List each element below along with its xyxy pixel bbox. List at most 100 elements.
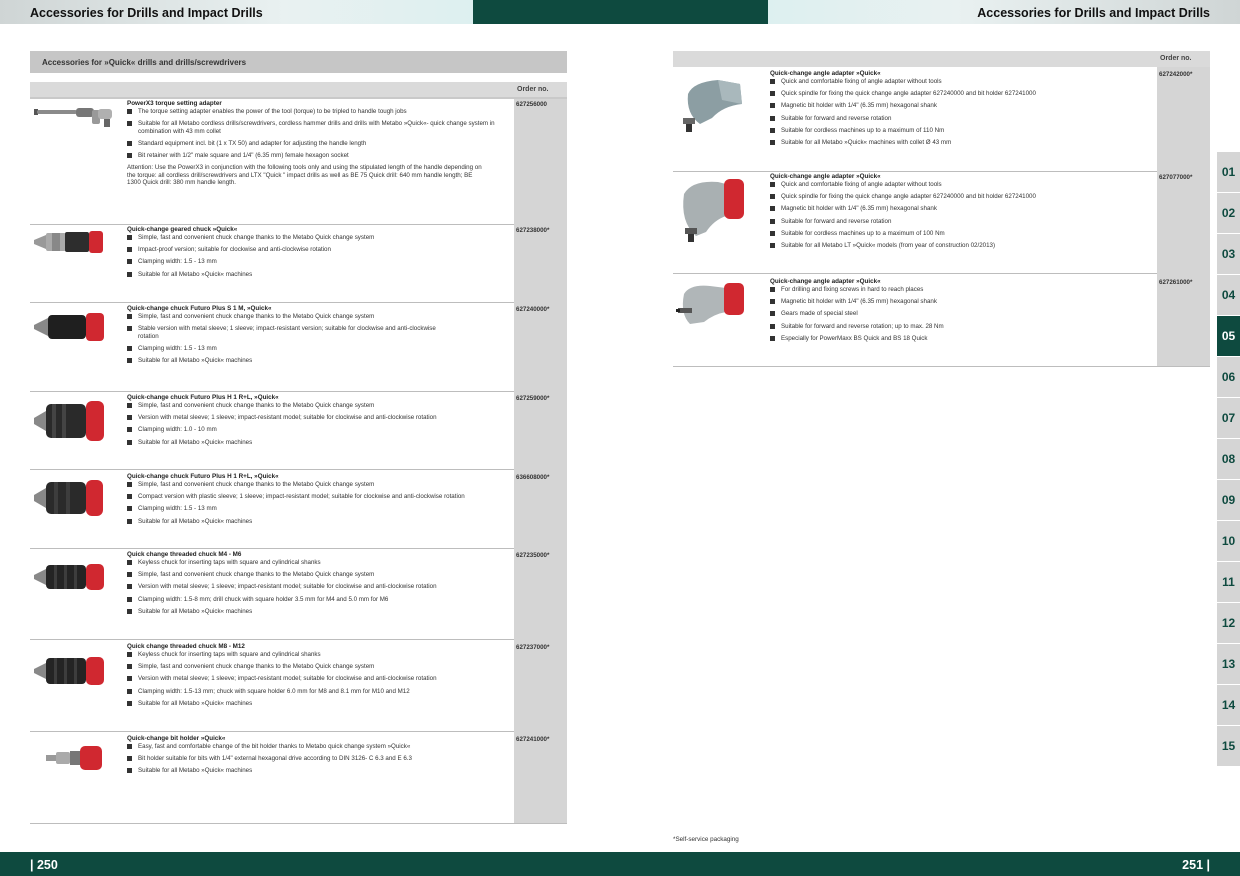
order-header-left: Order no.: [517, 86, 549, 93]
tab-04[interactable]: 04: [1217, 275, 1240, 315]
bullet: Clamping width: 1.5-13 mm; chuck with sq…: [127, 688, 507, 695]
order-number: 627261000*: [1159, 279, 1193, 286]
bullet: Standard equipment incl. bit (1 x TX 50)…: [127, 140, 507, 147]
product-item: Quick-change chuck Futuro Plus S 1 M, »Q…: [127, 305, 507, 369]
product-title: PowerX3 torque setting adapter: [127, 100, 222, 107]
tab-01[interactable]: 01: [1217, 152, 1240, 192]
product-item: Quick change threaded chuck M8 - M12 Key…: [127, 643, 507, 712]
bullet: Simple, fast and convenient chuck change…: [127, 571, 507, 578]
product-title: Quick-change angle adapter »Quick«: [770, 70, 881, 77]
product-title: Quick-change angle adapter »Quick«: [770, 278, 881, 285]
bullet: Bit holder suitable for bits with 1/4" e…: [127, 755, 507, 762]
threaded-chuck-m4-image: [34, 561, 108, 598]
product-item: Quick change threaded chuck M4 - M6 Keyl…: [127, 551, 507, 620]
futuro-h1-plastic-chuck-image: [34, 476, 108, 525]
geared-chuck-image: [34, 229, 108, 260]
product-item: Quick-change angle adapter »Quick« For d…: [770, 278, 1150, 347]
bullet: For drilling and fixing screws in hard t…: [770, 286, 1150, 293]
bullet: Quick and comfortable fixing of angle ad…: [770, 78, 1150, 85]
bullet: Suitable for all Metabo »Quick« machines: [127, 767, 507, 774]
bullet: Suitable for all Metabo »Quick« machines: [127, 608, 507, 615]
order-header-band-right: [673, 51, 1210, 67]
order-column-left: [514, 82, 567, 824]
page-number-right: 251 |: [1182, 858, 1210, 872]
bullet: Version with metal sleeve; 1 sleeve; imp…: [127, 583, 457, 590]
tab-05[interactable]: 05: [1217, 316, 1240, 356]
angle-adapter-compact-image: [676, 278, 750, 333]
bullet: Simple, fast and convenient chuck change…: [127, 663, 507, 670]
bullet: Magnetic bit holder with 1/4" (6.35 mm) …: [770, 298, 1150, 305]
bullet: The torque setting adapter enables the p…: [127, 108, 507, 115]
bullet: Quick and comfortable fixing of angle ad…: [770, 181, 1150, 188]
bullet: Clamping width: 1.5 - 13 mm: [127, 258, 507, 265]
product-title: Quick-change chuck Futuro Plus H 1 R+L, …: [127, 473, 279, 480]
bullet: Version with metal sleeve; 1 sleeve; imp…: [127, 675, 457, 682]
product-title: Quick-change chuck Futuro Plus S 1 M, »Q…: [127, 305, 272, 312]
bullet: Simple, fast and convenient chuck change…: [127, 481, 507, 488]
bullet: Simple, fast and convenient chuck change…: [127, 313, 507, 320]
bullet: Magnetic bit holder with 1/4" (6.35 mm) …: [770, 102, 1150, 109]
order-number: 627237000*: [516, 644, 550, 651]
futuro-h1-metal-chuck-image: [34, 398, 108, 449]
bullet: Especially for PowerMaxx BS Quick and BS…: [770, 335, 1150, 342]
product-item: PowerX3 torque setting adapter The torqu…: [127, 100, 507, 187]
tab-10[interactable]: 10: [1217, 521, 1240, 561]
bullet: Suitable for forward and reverse rotatio…: [770, 218, 1150, 225]
tab-03[interactable]: 03: [1217, 234, 1240, 274]
bullet: Magnetic bit holder with 1/4" (6.35 mm) …: [770, 205, 1150, 212]
order-header-band-left: [30, 82, 567, 97]
bullet: Suitable for forward and reverse rotatio…: [770, 115, 1150, 122]
bullet: Gears made of special steel: [770, 310, 1150, 317]
bullet: Clamping width: 1.5-8 mm; drill chuck wi…: [127, 596, 507, 603]
product-item: Quick-change angle adapter »Quick« Quick…: [770, 173, 1150, 254]
tab-12[interactable]: 12: [1217, 603, 1240, 643]
order-number: 627256000: [516, 101, 547, 108]
bullet: Stable version with metal sleeve; 1 slee…: [127, 325, 457, 340]
bullet: Version with metal sleeve; 1 sleeve; imp…: [127, 414, 457, 421]
bullet: Clamping width: 1.0 - 10 mm: [127, 426, 507, 433]
order-number: 627242000*: [1159, 71, 1193, 78]
chapter-tabs: 01 02 03 04 05 06 07 08 09 10 11 12 13 1…: [1217, 152, 1240, 767]
bullet: Suitable for all Metabo »Quick« machines: [127, 439, 507, 446]
tab-02[interactable]: 02: [1217, 193, 1240, 233]
product-title: Quick-change chuck Futuro Plus H 1 R+L, …: [127, 394, 279, 401]
bit-holder-image: [46, 744, 106, 777]
order-number: 636608000*: [516, 474, 550, 481]
order-number: 627259000*: [516, 395, 550, 402]
bullet: Bit retainer with 1/2" male square and 1…: [127, 152, 507, 159]
tab-14[interactable]: 14: [1217, 685, 1240, 725]
bullet: Keyless chuck for inserting taps with sq…: [127, 559, 507, 566]
bullet: Simple, fast and convenient chuck change…: [127, 234, 507, 241]
product-title: Quick-change bit holder »Quick«: [127, 735, 226, 742]
order-number: 627238000*: [516, 227, 550, 234]
angle-adapter-red-image: [678, 176, 750, 251]
footer-band: [0, 852, 1240, 876]
tab-11[interactable]: 11: [1217, 562, 1240, 602]
product-title: Quick change threaded chuck M4 - M6: [127, 551, 242, 558]
product-title: Quick-change geared chuck »Quick«: [127, 226, 238, 233]
bullet: Clamping width: 1.5 - 13 mm: [127, 505, 507, 512]
threaded-chuck-m8-image: [34, 654, 108, 693]
bullet: Suitable for all Metabo »Quick« machines…: [770, 139, 1150, 146]
tab-13[interactable]: 13: [1217, 644, 1240, 684]
product-note: Attention: Use the PowerX3 in conjunctio…: [127, 164, 482, 187]
tab-08[interactable]: 08: [1217, 439, 1240, 479]
tab-07[interactable]: 07: [1217, 398, 1240, 438]
order-header-right: Order no.: [1160, 55, 1192, 62]
bullet: Suitable for all Metabo »Quick« machines: [127, 357, 507, 364]
bullet: Suitable for forward and reverse rotatio…: [770, 323, 1150, 330]
section-title: Accessories for »Quick« drills and drill…: [30, 51, 567, 73]
bullet: Compact version with plastic sleeve; 1 s…: [127, 493, 477, 500]
bullet: Impact-proof version; suitable for clock…: [127, 246, 507, 253]
bullet: Keyless chuck for inserting taps with sq…: [127, 651, 507, 658]
bullet: Suitable for cordless machines up to a m…: [770, 230, 1150, 237]
tab-06[interactable]: 06: [1217, 357, 1240, 397]
product-title: Quick change threaded chuck M8 - M12: [127, 643, 245, 650]
product-title: Quick-change angle adapter »Quick«: [770, 173, 881, 180]
product-item: Quick-change geared chuck »Quick« Simple…: [127, 226, 507, 283]
header-center-band: [473, 0, 768, 24]
tab-09[interactable]: 09: [1217, 480, 1240, 520]
tab-15[interactable]: 15: [1217, 726, 1240, 766]
bullet: Suitable for all Metabo »Quick« machines: [127, 518, 507, 525]
torque-adapter-image: [32, 101, 122, 136]
